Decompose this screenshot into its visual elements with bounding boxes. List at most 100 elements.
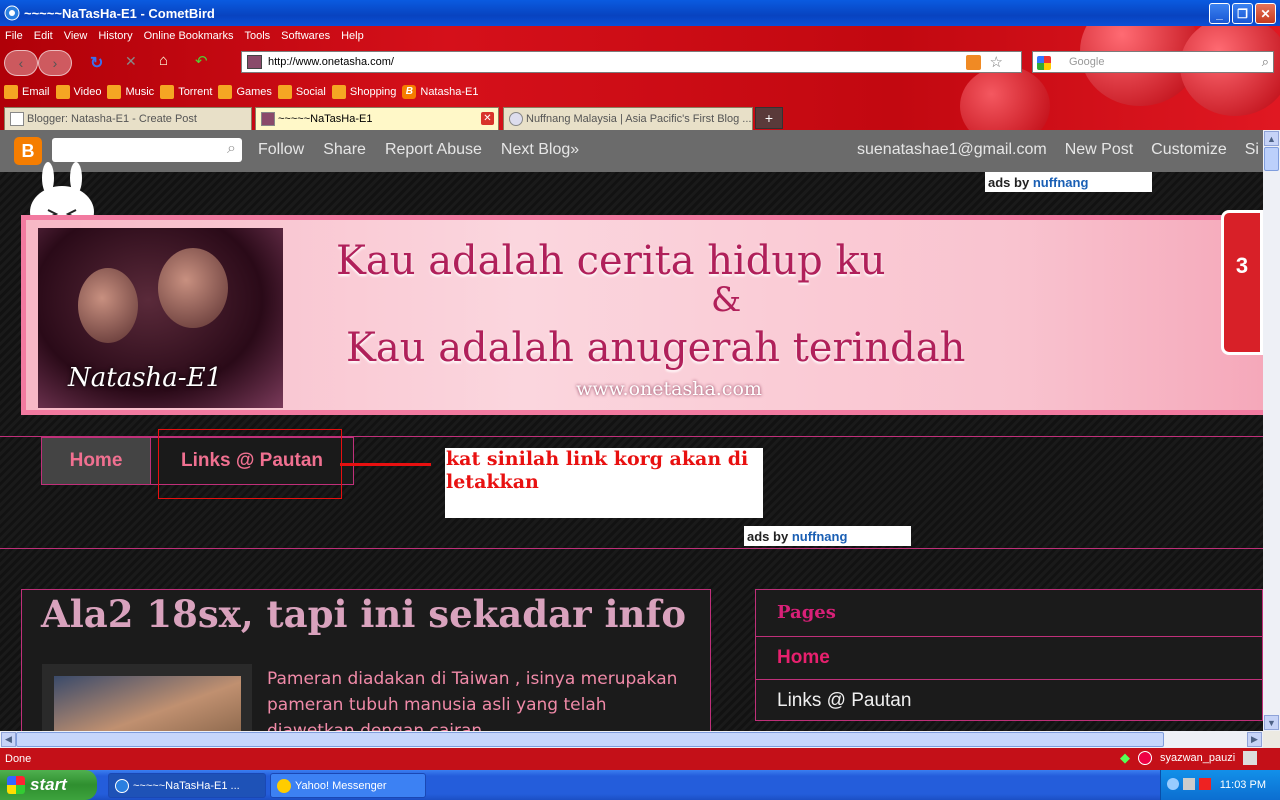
yahoo-messenger-icon: [277, 779, 291, 793]
window-title: ~~~~~NaTasHa-E1 - CometBird: [24, 5, 215, 21]
annotation-arrow-line: [340, 463, 431, 466]
menu-softwares[interactable]: Softwares: [280, 30, 331, 42]
search-box[interactable]: Google ⌕: [1032, 51, 1274, 73]
scroll-thumb[interactable]: [1264, 147, 1279, 171]
pages-item-links[interactable]: Links @ Pautan: [756, 679, 1263, 722]
sign-out-link[interactable]: Si: [1245, 141, 1259, 159]
url-text: http://www.onetasha.com/: [268, 56, 394, 68]
addon-icon[interactable]: ◆: [1120, 750, 1130, 766]
site-favicon: [261, 112, 275, 126]
bookmark-label: Video: [73, 86, 102, 98]
close-button[interactable]: ✕: [1255, 3, 1276, 24]
account-email[interactable]: suenatashae1@gmail.com: [857, 141, 1047, 159]
start-button[interactable]: start: [0, 770, 97, 800]
stop-icon[interactable]: ✕: [125, 53, 137, 70]
system-tray: 11:03 PM: [1160, 770, 1280, 800]
bookmark-label: Torrent: [178, 86, 213, 98]
bookmark-natasha[interactable]: B Natasha-E1: [402, 85, 478, 99]
antivirus-icon[interactable]: [1199, 778, 1211, 790]
menu-file[interactable]: File: [4, 30, 24, 42]
feed-icon: [218, 85, 233, 99]
bookmark-shopping[interactable]: Shopping: [331, 85, 397, 99]
nav-home[interactable]: Home: [41, 437, 151, 485]
tab-natasha[interactable]: ~~~~~NaTasHa-E1 ✕: [255, 107, 499, 130]
post-image[interactable]: [54, 676, 241, 731]
new-post-link[interactable]: New Post: [1065, 141, 1133, 159]
nuffnang-ad-badge[interactable]: ads by nuffnang: [744, 526, 911, 546]
scroll-up-icon[interactable]: ▲: [1264, 131, 1279, 146]
clock[interactable]: 11:03 PM: [1220, 779, 1266, 791]
user-status-icon[interactable]: [1138, 751, 1152, 765]
horizontal-scrollbar[interactable]: ◀ ▶: [0, 731, 1263, 748]
ad-brand: nuffnang: [791, 528, 848, 544]
header-banner[interactable]: Natasha-E1 Kau adalah cerita hidup ku & …: [21, 215, 1263, 415]
face-left: [78, 268, 138, 343]
taskbar-item-browser[interactable]: ~~~~~NaTasHa-E1 ...: [108, 773, 266, 798]
forward-button[interactable]: ›: [38, 50, 72, 76]
search-icon[interactable]: ⌕: [227, 140, 236, 158]
reload-icon[interactable]: ↻: [90, 53, 103, 73]
tab-strip: Blogger: Natasha-E1 - Create Post ~~~~~N…: [0, 106, 1280, 130]
post-title[interactable]: Ala2 18sx, tapi ini sekadar info: [41, 592, 686, 636]
tab-label: ~~~~~NaTasHa-E1: [278, 113, 373, 125]
bookmark-email[interactable]: Email: [4, 85, 50, 99]
scroll-thumb[interactable]: [16, 732, 1164, 747]
tab-nuffnang[interactable]: Nuffnang Malaysia | Asia Pacific's First…: [503, 107, 753, 130]
annotation-note: kat sinilah link korg akan di letakkan: [445, 448, 763, 518]
search-icon[interactable]: ⌕: [1262, 54, 1269, 70]
bookmark-video[interactable]: Video: [55, 85, 102, 99]
network-icon[interactable]: [1183, 778, 1195, 790]
tray-expand-icon[interactable]: [1167, 778, 1179, 790]
menu-history[interactable]: History: [97, 30, 133, 42]
menu-help[interactable]: Help: [340, 30, 365, 42]
scroll-down-icon[interactable]: ▼: [1264, 715, 1279, 730]
scroll-right-icon[interactable]: ▶: [1247, 732, 1262, 747]
nuffnang-ad-badge[interactable]: ads by nuffnang: [985, 172, 1152, 192]
scrollbar-corner: [1263, 731, 1280, 748]
blog-search-input[interactable]: ⌕: [52, 138, 242, 162]
floating-side-tab[interactable]: 3: [1221, 210, 1263, 355]
report-abuse-link[interactable]: Report Abuse: [385, 141, 482, 159]
bookmark-arrow-icon[interactable]: ↶: [195, 52, 208, 70]
feed-icon: [55, 85, 70, 99]
vertical-scrollbar[interactable]: ▲ ▼: [1263, 130, 1280, 731]
scroll-left-icon[interactable]: ◀: [1, 732, 16, 747]
bookmark-star-icon[interactable]: ☆: [990, 53, 1003, 71]
next-blog-link[interactable]: Next Blog»: [501, 141, 579, 159]
menu-online-bookmarks[interactable]: Online Bookmarks: [143, 30, 235, 42]
zoom-icon[interactable]: [1243, 751, 1258, 765]
tab-close-icon[interactable]: ✕: [481, 112, 494, 125]
back-button[interactable]: ‹: [4, 50, 38, 76]
couple-photo: Natasha-E1: [38, 228, 283, 408]
follow-link[interactable]: Follow: [258, 141, 304, 159]
maximize-button[interactable]: ❐: [1232, 3, 1253, 24]
bookmark-label: Email: [22, 86, 50, 98]
google-icon[interactable]: [1037, 56, 1051, 70]
tab-blogger-create-post[interactable]: Blogger: Natasha-E1 - Create Post: [4, 107, 252, 130]
bookmark-music[interactable]: Music: [107, 85, 154, 99]
photo-caption: Natasha-E1: [68, 363, 223, 393]
blogger-icon: B: [402, 85, 417, 99]
feed-icon: [331, 85, 346, 99]
bookmark-torrent[interactable]: Torrent: [160, 85, 212, 99]
taskbar-item-yahoo[interactable]: Yahoo! Messenger: [270, 773, 426, 798]
minimize-button[interactable]: _: [1209, 3, 1230, 24]
bookmark-label: Games: [236, 86, 272, 98]
menu-tools[interactable]: Tools: [243, 30, 271, 42]
bookmark-social[interactable]: Social: [277, 85, 326, 99]
new-tab-button[interactable]: +: [755, 107, 783, 129]
bookmark-label: Shopping: [349, 86, 397, 98]
pages-item-home[interactable]: Home: [756, 636, 1263, 679]
menu-view[interactable]: View: [63, 30, 89, 42]
window-titlebar: ~~~~~NaTasHa-E1 - CometBird _ ❐ ✕: [0, 0, 1280, 26]
tab-label: Nuffnang Malaysia | Asia Pacific's First…: [526, 113, 752, 125]
nuffnang-icon: [509, 112, 523, 126]
menu-edit[interactable]: Edit: [33, 30, 54, 42]
address-bar[interactable]: http://www.onetasha.com/ ☆: [241, 51, 1022, 73]
bookmark-games[interactable]: Games: [218, 85, 272, 99]
share-link[interactable]: Share: [323, 141, 366, 159]
status-username: syazwan_pauzi: [1160, 752, 1236, 764]
rss-icon[interactable]: [966, 55, 981, 70]
customize-link[interactable]: Customize: [1151, 141, 1227, 159]
home-icon[interactable]: ⌂: [159, 52, 168, 69]
